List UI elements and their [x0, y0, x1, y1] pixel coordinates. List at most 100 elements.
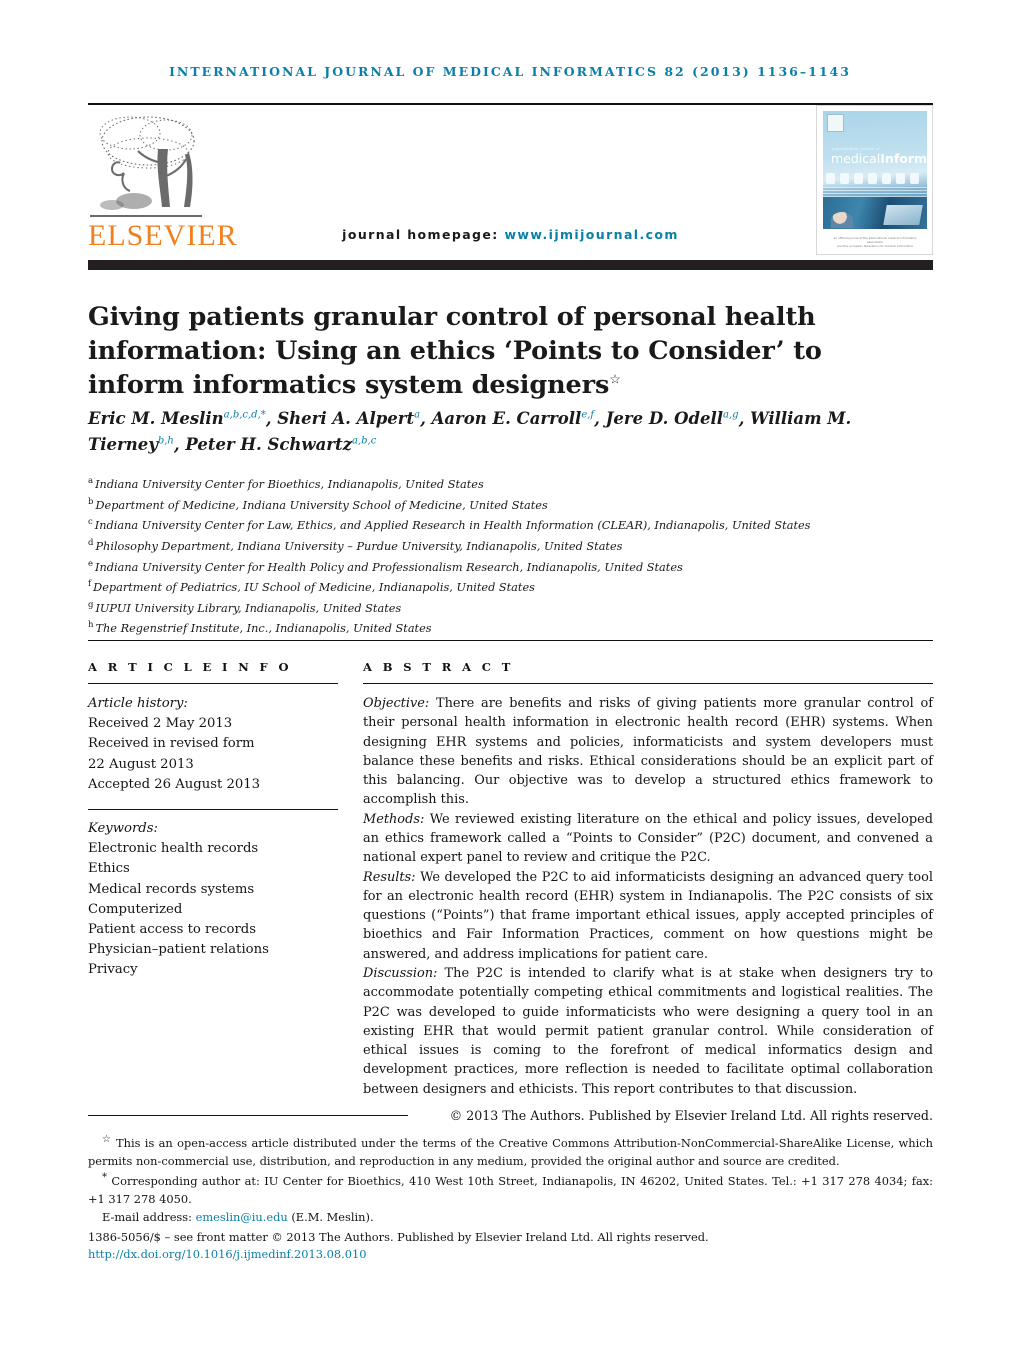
article-history-item: Accepted 26 August 2013 — [88, 776, 261, 792]
affiliation-item: a Indiana University Center for Bioethics… — [88, 474, 948, 495]
affiliation-marker: a — [88, 476, 94, 486]
author-affiliation-marker[interactable]: b,h — [158, 435, 174, 446]
cover-photo-screen — [883, 205, 923, 225]
journal-homepage-label: journal homepage: — [342, 227, 499, 242]
author-affiliation-marker[interactable]: a — [414, 410, 420, 421]
affiliation-text: Department of Medicine, Indiana Universi… — [95, 498, 548, 512]
author-name[interactable]: Aaron E. Carroll — [432, 409, 582, 428]
affiliation-item: f Department of Pediatrics, IU School of … — [88, 577, 948, 598]
paper-page: International Journal of Medical Informa… — [0, 0, 1020, 1351]
cover-footer-line1: an official journal of the international… — [833, 236, 917, 245]
keyword-item[interactable]: Computerized — [88, 900, 338, 920]
author-name[interactable]: Jere D. Odell — [606, 409, 723, 428]
affiliation-list: a Indiana University Center for Bioethics… — [88, 474, 948, 639]
email-address-link[interactable]: emeslin@iu.edu — [196, 1210, 288, 1224]
abstract-heading: A B S T R A C T — [363, 660, 514, 674]
affiliation-item: g IUPUI University Library, Indianapolis,… — [88, 598, 948, 619]
keywords-list: Electronic health records Ethics Medical r… — [88, 839, 338, 980]
cover-title-light: medical — [831, 151, 881, 166]
affiliation-text: Indiana University Center for Health Pol… — [95, 560, 683, 574]
abstract-section: Discussion: The P2C is intended to clari… — [363, 964, 933, 1099]
article-history-item: Received 2 May 2013 — [88, 716, 233, 732]
author-name[interactable]: Peter H. Schwartz — [185, 435, 352, 454]
journal-running-head: International Journal of Medical Informa… — [169, 64, 851, 79]
affiliation-item: c Indiana University Center for Law, Ethi… — [88, 515, 948, 536]
abstract-section-text: There are benefits and risks of giving p… — [363, 696, 933, 808]
footnote-block: ☆ This is an open-access article distrib… — [88, 1132, 933, 1264]
affiliation-text: Philosophy Department, Indiana Universit… — [95, 539, 623, 553]
abstract-column: A B S T R A C T Objective: There are ben… — [363, 660, 933, 1123]
affiliation-text: Indiana University Center for Bioethics,… — [95, 477, 484, 491]
affiliation-item: b Department of Medicine, Indiana Univers… — [88, 495, 948, 516]
author-name[interactable]: Eric M. Meslin — [88, 409, 224, 428]
keyword-item[interactable]: Ethics — [88, 859, 338, 879]
abstract-section: Results: We developed the P2C to aid inf… — [363, 868, 933, 964]
elsevier-tree-icon — [90, 111, 202, 219]
email-owner: (E.M. Meslin). — [291, 1209, 374, 1224]
author-name[interactable]: Sheri A. Alpert — [277, 409, 414, 428]
journal-homepage-url[interactable]: www.ijmijournal.com — [504, 227, 678, 242]
affiliation-item: e Indiana University Center for Health Po… — [88, 557, 948, 578]
article-info-top-rule — [88, 640, 933, 641]
footnote-open-access-text: This is an open-access article distribut… — [88, 1135, 933, 1168]
footnote-corresponding-marker: * — [102, 1172, 107, 1184]
journal-cover-image: international journal of medicalInformat… — [823, 111, 927, 229]
footnote-open-access-marker: ☆ — [102, 1134, 112, 1145]
page-title: Giving patients granular control of pers… — [88, 301, 908, 403]
footnote-corresponding-text: Corresponding author at: IU Center for B… — [88, 1174, 933, 1206]
email-label: E-mail address: — [102, 1209, 192, 1224]
cover-footer-text: an official journal of the international… — [827, 236, 923, 249]
article-info-rule — [88, 683, 338, 684]
journal-cover-thumbnail[interactable]: international journal of medicalInformat… — [816, 105, 933, 255]
affiliation-marker: b — [88, 496, 94, 507]
keyword-item[interactable]: Patient access to records — [88, 920, 338, 940]
keywords-rule — [88, 808, 338, 810]
abstract-rule — [363, 683, 933, 684]
keyword-item[interactable]: Physician–patient relations — [88, 940, 338, 960]
footnote-corresponding-author: * Corresponding author at: IU Center for… — [88, 1170, 933, 1208]
affiliation-text: Indiana University Center for Law, Ethic… — [94, 519, 811, 533]
abstract-copyright: © 2013 The Authors. Published by Elsevie… — [449, 1107, 933, 1123]
cover-title-bold: Informatics — [880, 151, 927, 166]
affiliation-text: The Regenstrief Institute, Inc., Indiana… — [95, 622, 432, 636]
article-title-text: Giving patients granular control of pers… — [88, 302, 822, 400]
journal-masthead: ELSEVIER journal homepage: www.ijmijourn… — [88, 103, 933, 255]
author-affiliation-marker[interactable]: a,b,c,d,* — [224, 410, 266, 421]
author-affiliation-marker[interactable]: e,f — [581, 410, 594, 421]
affiliation-text: Department of Pediatrics, IU School of M… — [93, 580, 535, 594]
article-history-label: Article history: — [88, 696, 188, 711]
affiliation-item: h The Regenstrief Institute, Inc., Indian… — [88, 618, 948, 639]
affiliation-marker: d — [88, 537, 94, 548]
affiliation-marker: h — [88, 620, 94, 631]
keyword-item[interactable]: Electronic health records — [88, 839, 338, 859]
author-affiliation-marker[interactable]: a,b,c — [352, 435, 376, 446]
affiliation-marker: f — [88, 579, 92, 590]
affiliation-marker: c — [88, 517, 93, 528]
affiliation-text: IUPUI University Library, Indianapolis, … — [95, 601, 402, 615]
article-history-item: Received in revised form — [88, 736, 255, 752]
abstract-section: Objective: There are benefits and risks … — [363, 694, 933, 810]
cover-photo — [823, 197, 927, 229]
cover-elsevier-badge-icon — [827, 114, 844, 132]
article-info-heading: A R T I C L E I N F O — [88, 660, 292, 674]
article-history-item: 22 August 2013 — [88, 756, 194, 772]
front-matter-line: 1386-5056/$ – see front matter © 2013 Th… — [88, 1229, 709, 1244]
affiliation-item: d Philosophy Department, Indiana Universi… — [88, 536, 948, 557]
abstract-body: Objective: There are benefits and risks … — [363, 694, 933, 1099]
abstract-section-label: Objective: — [363, 696, 430, 711]
masthead-dark-bar — [88, 260, 933, 270]
keyword-item[interactable]: Privacy — [88, 960, 338, 980]
title-footnote-marker: ☆ — [609, 372, 621, 388]
keyword-item[interactable]: Medical records systems — [88, 880, 338, 900]
cover-footer-line2: and the european federation for medical … — [837, 244, 913, 249]
affiliation-marker: g — [88, 599, 94, 610]
affiliation-marker: e — [88, 558, 94, 569]
article-history-list: Received 2 May 2013 Received in revised f… — [88, 714, 338, 795]
elsevier-logo-rule — [90, 215, 202, 217]
author-affiliation-marker[interactable]: a,g — [723, 410, 739, 421]
abstract-section: Methods: We reviewed existing literature… — [363, 810, 933, 868]
abstract-section-text: We reviewed existing literature on the e… — [363, 811, 933, 866]
keywords-block: Keywords: Electronic health records Ethic… — [88, 808, 338, 981]
doi-link[interactable]: http://dx.doi.org/10.1016/j.ijmedinf.201… — [88, 1246, 933, 1264]
abstract-section-label: Methods: — [363, 811, 425, 827]
